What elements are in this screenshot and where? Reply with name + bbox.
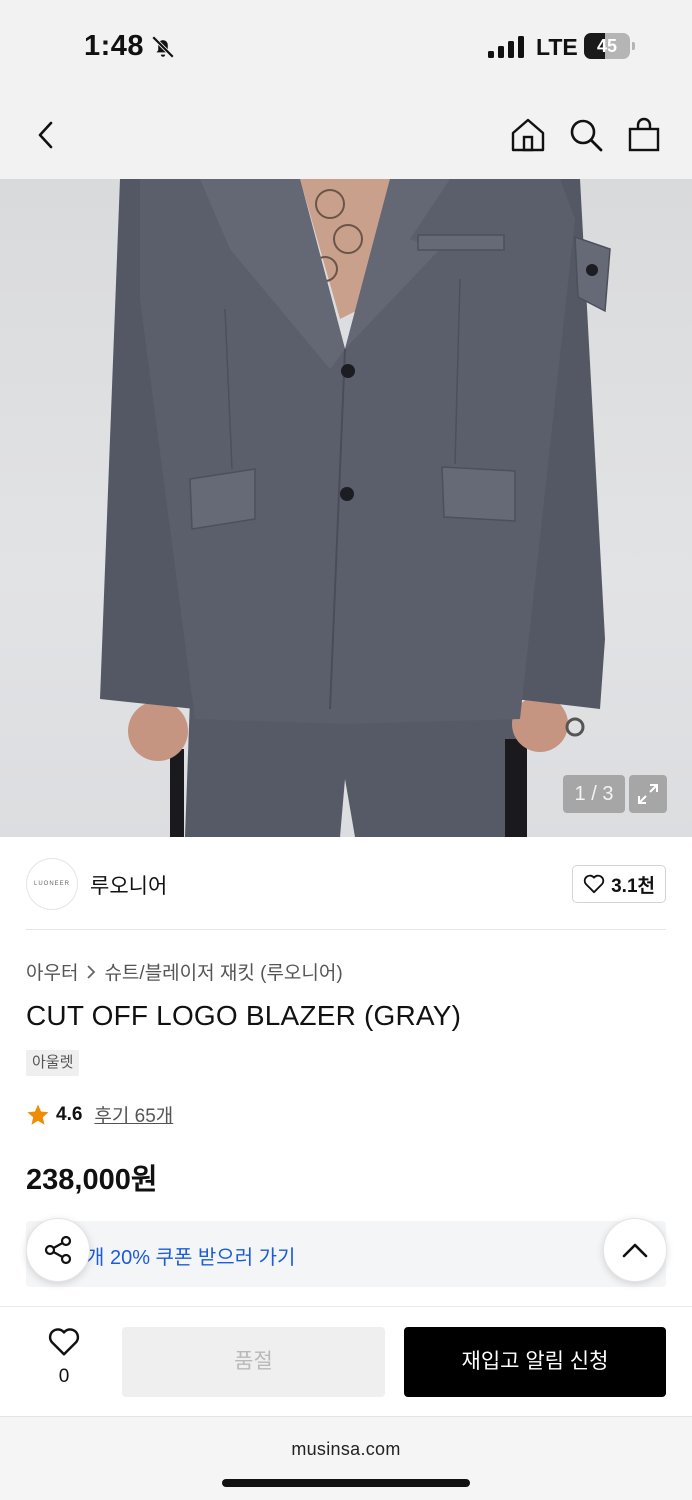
expand-image-button[interactable]	[629, 775, 667, 813]
search-button[interactable]	[566, 114, 606, 156]
image-counter: 1 / 3	[563, 775, 625, 813]
home-icon	[511, 118, 545, 152]
product-image[interactable]	[0, 179, 692, 837]
top-nav	[0, 96, 692, 179]
heart-icon	[48, 1328, 80, 1356]
blazer-photo	[100, 179, 611, 837]
cart-button[interactable]	[624, 114, 664, 156]
breadcrumb: 아우터 슈트/블레이저 재킷 (루오니어)	[26, 958, 343, 985]
coupon-text: 개 20% 쿠폰 받으러 가기	[86, 1247, 296, 1269]
heart-icon	[583, 874, 605, 894]
brand-row: LUONEER 루오니어 3.1천	[26, 858, 666, 910]
status-bar: 1:48 LTE 45	[0, 0, 692, 96]
bottom-action-bar: 0 품절 재입고 알림 신청	[0, 1306, 692, 1416]
breadcrumb-item[interactable]: 아우터	[26, 958, 78, 985]
rating-row: 4.6 후기 65개	[26, 1101, 173, 1128]
wishlist-count: 0	[58, 1366, 70, 1387]
outlet-tag: 아울렛	[26, 1050, 80, 1076]
rating-value: 4.6	[56, 1103, 83, 1125]
divider	[26, 929, 666, 930]
wishlist-button[interactable]: 0	[34, 1327, 94, 1393]
bell-off-icon	[151, 35, 175, 59]
star-icon	[27, 1104, 49, 1125]
signal-icon	[488, 36, 524, 58]
expand-icon	[638, 784, 658, 804]
brand-like-count: 3.1천	[611, 875, 655, 897]
chevron-right-icon	[87, 964, 96, 979]
chevron-left-icon	[38, 121, 53, 149]
brand-logo[interactable]: LUONEER	[26, 858, 78, 910]
product-title: CUT OFF LOGO BLAZER (GRAY)	[26, 1000, 462, 1031]
browser-bar: musinsa.com	[0, 1416, 692, 1500]
brand-name[interactable]: 루오니어	[90, 870, 167, 900]
share-icon	[44, 1235, 72, 1265]
price: 238,000원	[26, 1164, 158, 1196]
bag-icon	[628, 117, 660, 152]
battery-icon: 45	[584, 33, 635, 59]
network-label: LTE	[536, 34, 578, 60]
coupon-banner[interactable]: 개 20% 쿠폰 받으러 가기	[26, 1221, 666, 1287]
url-bar[interactable]: musinsa.com	[0, 1439, 692, 1460]
search-icon	[570, 119, 603, 152]
brand-like-button[interactable]: 3.1천	[572, 865, 666, 903]
battery-percent: 45	[596, 36, 618, 56]
restock-alert-button[interactable]: 재입고 알림 신청	[404, 1327, 666, 1397]
scroll-top-button[interactable]	[603, 1218, 667, 1282]
chevron-up-icon	[622, 1243, 648, 1258]
status-time: 1:48	[84, 30, 145, 62]
home-button[interactable]	[508, 114, 548, 156]
home-indicator	[222, 1479, 470, 1487]
back-button[interactable]	[26, 114, 66, 156]
breadcrumb-item[interactable]: 슈트/블레이저 재킷 (루오니어)	[104, 958, 342, 985]
review-link[interactable]: 후기 65개	[94, 1101, 173, 1128]
share-button[interactable]	[26, 1218, 90, 1282]
soldout-button[interactable]: 품절	[122, 1327, 385, 1397]
